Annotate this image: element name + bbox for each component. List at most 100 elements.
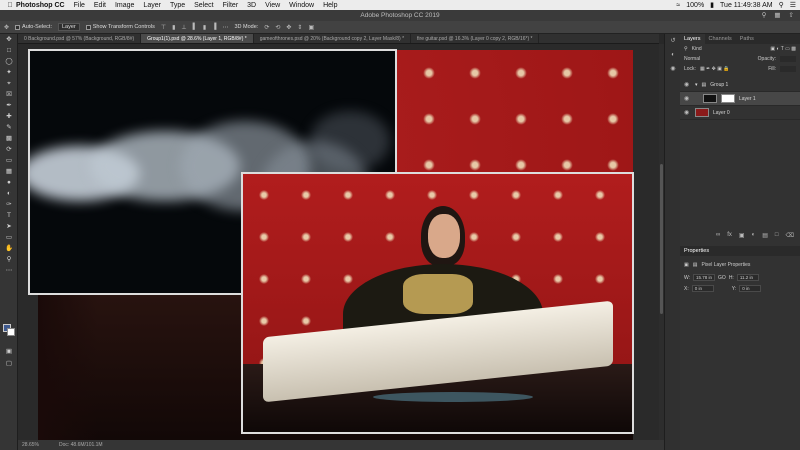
clock[interactable]: Tue 11:49:38 AM — [720, 2, 773, 9]
tab-paths[interactable]: Paths — [736, 34, 758, 44]
eyedropper-tool-icon[interactable]: ✒ — [0, 100, 18, 111]
auto-select-checkbox[interactable]: Auto-Select: — [15, 24, 52, 30]
app-menu[interactable]: Photoshop CC — [16, 2, 65, 9]
layer-row[interactable]: ◉ ▾ ▤ Group 1 — [680, 78, 800, 92]
blend-mode-select[interactable]: Normal — [684, 56, 700, 62]
layer-row-selected[interactable]: ◉ Layer 1 — [680, 92, 800, 106]
menu-type[interactable]: Type — [170, 2, 185, 9]
blur-tool-icon[interactable]: ● — [0, 177, 18, 188]
move-tool-icon[interactable]: ✥ — [0, 34, 18, 45]
checkbox-icon[interactable] — [85, 24, 91, 30]
libraries-panel-icon[interactable]: ◉ — [665, 62, 681, 76]
share-icon[interactable]: ⇧ — [789, 10, 794, 21]
eye-icon[interactable]: ◉ — [684, 95, 691, 102]
kind-filter[interactable]: Kind — [692, 46, 702, 52]
menu-image[interactable]: Image — [115, 2, 134, 9]
eraser-tool-icon[interactable]: ▭ — [0, 155, 18, 166]
adjustment-icon[interactable]: ◐ — [752, 232, 756, 242]
layer-row[interactable]: ◉ Layer 0 — [680, 106, 800, 120]
workspace-icon[interactable]: ▦ — [774, 10, 780, 21]
width-field[interactable]: 15.78 in — [693, 274, 716, 281]
link-icon[interactable]: ∞ — [716, 232, 720, 242]
background-color-swatch[interactable] — [7, 328, 15, 336]
align-left-icon[interactable]: ▌ — [193, 24, 197, 30]
edit-toolbar-icon[interactable]: ⋯ — [0, 265, 18, 276]
chevron-down-icon[interactable]: ▾ — [695, 82, 698, 88]
menu-select[interactable]: Select — [194, 2, 213, 9]
menu-layer[interactable]: Layer — [143, 2, 161, 9]
adjustments-panel-icon[interactable]: ◐ — [665, 48, 681, 62]
frame-tool-icon[interactable]: ☒ — [0, 89, 18, 100]
layer-mask-thumbnail[interactable] — [721, 94, 735, 103]
brush-tool-icon[interactable]: ✎ — [0, 122, 18, 133]
pen-tool-icon[interactable]: ✑ — [0, 199, 18, 210]
align-middle-icon[interactable]: ▮ — [172, 24, 175, 31]
filter-icons[interactable]: ▣ ◐ T ▭ ▩ — [770, 46, 796, 52]
align-top-icon[interactable]: ⊤ — [161, 24, 166, 31]
fx-icon[interactable]: fx — [727, 232, 732, 242]
mask-icon[interactable]: ▣ — [739, 232, 745, 242]
lock-icons[interactable]: ▦ ✒ ✥ ▣ 🔒 — [700, 66, 730, 72]
tab-channels[interactable]: Channels — [705, 34, 736, 44]
menu-edit[interactable]: Edit — [94, 2, 106, 9]
hand-tool-icon[interactable]: ✋ — [0, 243, 18, 254]
gradient-tool-icon[interactable]: ▦ — [0, 166, 18, 177]
more-options-icon[interactable]: ⋯ — [222, 24, 228, 31]
3d-slide-icon[interactable]: ⇕ — [297, 24, 302, 31]
path-select-tool-icon[interactable]: ➤ — [0, 221, 18, 232]
type-tool-icon[interactable]: T — [0, 210, 18, 221]
menu-help[interactable]: Help — [323, 2, 337, 9]
align-bottom-icon[interactable]: ⊥ — [181, 24, 186, 31]
height-field[interactable]: 11.2 in — [736, 274, 759, 281]
new-layer-icon[interactable]: □ — [775, 232, 779, 242]
marquee-tool-icon[interactable]: □ — [0, 45, 18, 56]
fill-field[interactable] — [780, 66, 796, 72]
mask-properties-icon[interactable]: ▤ — [693, 262, 698, 268]
3d-drag-icon[interactable]: ✥ — [286, 24, 291, 31]
menu-window[interactable]: Window — [289, 2, 314, 9]
move-tool-icon[interactable]: ✥ — [4, 24, 9, 31]
3d-rotate-icon[interactable]: ⟳ — [264, 24, 269, 31]
wifi-icon[interactable]: ≈ — [676, 2, 680, 9]
menu-3d[interactable]: 3D — [247, 2, 256, 9]
stamp-tool-icon[interactable]: ▩ — [0, 133, 18, 144]
zoom-tool-icon[interactable]: ⚲ — [0, 254, 18, 265]
go-link[interactable]: GO — [718, 275, 726, 281]
spotlight-icon[interactable]: ⚲ — [779, 1, 784, 9]
menu-file[interactable]: File — [74, 2, 85, 9]
3d-scale-icon[interactable]: ▣ — [308, 24, 314, 31]
shape-tool-icon[interactable]: ▭ — [0, 232, 18, 243]
scrollbar-thumb[interactable] — [660, 164, 663, 314]
lasso-tool-icon[interactable]: ◯ — [0, 56, 18, 67]
battery-percent[interactable]: 100% — [686, 2, 704, 9]
apple-icon[interactable]:  — [4, 2, 16, 9]
tab-fire-guitar[interactable]: fire guitar.psd @ 16.3% (Layer 0 copy 2,… — [411, 34, 540, 43]
menu-list-icon[interactable]: ☰ — [790, 1, 796, 9]
canvas-area[interactable] — [18, 44, 659, 440]
crop-tool-icon[interactable]: ⌖ — [0, 78, 18, 89]
3d-roll-icon[interactable]: ⟲ — [275, 24, 280, 31]
y-field[interactable]: 0 in — [739, 285, 762, 292]
search-icon[interactable]: ⚲ — [762, 10, 767, 21]
healing-tool-icon[interactable]: ✚ — [0, 111, 18, 122]
checkbox-icon[interactable] — [15, 24, 21, 30]
woman-book-document-window[interactable] — [241, 172, 634, 434]
tab-gameofthrones[interactable]: gameofthrones.psd @ 20% (Background copy… — [254, 34, 412, 43]
eye-icon[interactable]: ◉ — [684, 109, 691, 116]
align-center-icon[interactable]: ▮ — [203, 24, 206, 31]
quick-mask-icon[interactable]: ▣ — [0, 346, 18, 357]
x-field[interactable]: 0 in — [691, 285, 714, 292]
menu-view[interactable]: View — [265, 2, 280, 9]
quick-select-tool-icon[interactable]: ✦ — [0, 67, 18, 78]
battery-icon[interactable]: ▮ — [710, 1, 714, 9]
tab-group1[interactable]: Group1(1).psd @ 28.6% (Layer 1, RGB/8#) … — [141, 34, 254, 43]
align-right-icon[interactable]: ▐ — [212, 24, 216, 30]
zoom-level[interactable]: 28.65% — [22, 442, 39, 448]
menu-filter[interactable]: Filter — [223, 2, 239, 9]
transform-controls-checkbox[interactable]: Show Transform Controls — [85, 24, 155, 30]
trash-icon[interactable]: ⌫ — [786, 232, 794, 242]
history-panel-icon[interactable]: ↺ — [665, 34, 681, 48]
tab-layers[interactable]: Layers — [680, 34, 705, 44]
tab-background[interactable]: 0 Background.psd @ 57% (Background, RGB/… — [18, 34, 142, 43]
group-icon[interactable]: ▤ — [762, 232, 768, 242]
